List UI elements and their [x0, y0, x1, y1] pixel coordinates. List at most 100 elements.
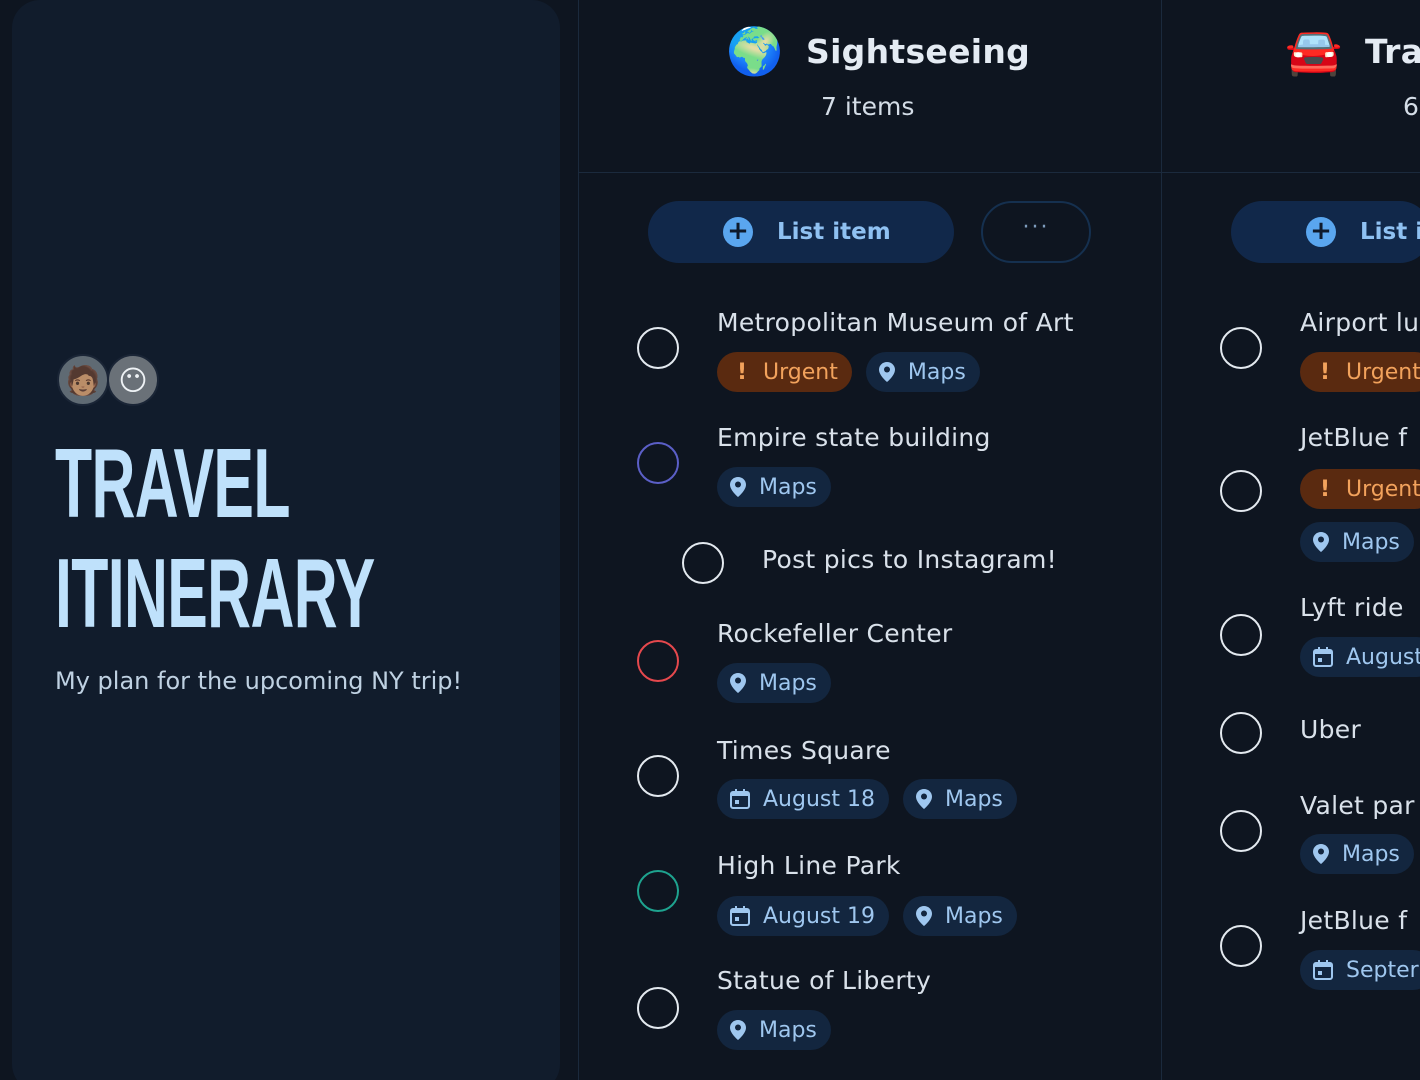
column-divider: [1161, 0, 1162, 1080]
map-pin-icon: [729, 476, 747, 498]
checkbox-circle[interactable]: [637, 442, 679, 484]
avatar-group: 🧑🏽 😶: [57, 354, 159, 406]
column-title: Tra: [1365, 32, 1420, 71]
tag-label: Septer: [1346, 957, 1419, 983]
exclamation-icon: !: [1320, 476, 1331, 502]
tag-label: Maps: [759, 1017, 817, 1043]
more-options-button[interactable]: ···: [981, 201, 1091, 263]
column-item-count: 6: [1403, 92, 1419, 121]
column-title: Sightseeing: [806, 32, 1031, 71]
checkbox-circle[interactable]: [1220, 712, 1262, 754]
checkbox-circle[interactable]: [637, 755, 679, 797]
tag-label: Maps: [944, 786, 1003, 812]
column-header-sightseeing[interactable]: 🌍 Sightseeing: [726, 24, 1030, 79]
avatar[interactable]: 🧑🏽: [57, 354, 109, 406]
tag-label: Maps: [1342, 529, 1400, 555]
list-item-title: Statue of Liberty: [717, 966, 932, 995]
checkbox-circle[interactable]: [637, 640, 679, 682]
checkbox-circle[interactable]: [682, 542, 724, 584]
urgent-tag[interactable]: ! Urgent: [1300, 469, 1420, 509]
checkbox-circle[interactable]: [1220, 470, 1262, 512]
maps-link[interactable]: Maps: [1300, 522, 1414, 562]
column-header-transportation[interactable]: 🚘 Tra: [1285, 24, 1420, 79]
tag-label: Urgent: [763, 359, 838, 385]
date-tag[interactable]: August 19: [717, 896, 889, 936]
calendar-icon: [1312, 646, 1334, 668]
calendar-icon: [1312, 959, 1334, 981]
date-tag[interactable]: August 18: [717, 779, 889, 819]
tag-label: August: [1346, 644, 1420, 670]
list-item-title: Post pics to Instagram!: [762, 545, 1057, 574]
list-item-title: Uber: [1300, 715, 1362, 744]
urgent-tag[interactable]: ! Urgent: [717, 352, 852, 392]
list-item-title: Valet par: [1300, 791, 1415, 820]
add-list-item-button[interactable]: + List i: [1231, 201, 1420, 263]
map-pin-icon: [1312, 531, 1330, 553]
urgent-tag[interactable]: ! Urgent: [1300, 352, 1420, 392]
list-item-title: Rockefeller Center: [717, 619, 953, 648]
page-title-line-2: ITINERARY: [55, 538, 375, 648]
list-item-title: JetBlue f: [1300, 906, 1408, 935]
checkbox-circle[interactable]: [637, 987, 679, 1029]
tag-label: Maps: [759, 670, 817, 696]
checkbox-circle[interactable]: [1220, 614, 1262, 656]
maps-link[interactable]: Maps: [865, 352, 980, 392]
add-list-item-label: List item: [777, 219, 891, 245]
list-item-title: Airport lu: [1300, 308, 1420, 337]
exclamation-icon: !: [1320, 359, 1331, 385]
list-item-title: JetBlue f: [1300, 423, 1408, 452]
maps-link[interactable]: Maps: [902, 896, 1017, 936]
tag-label: Maps: [759, 474, 817, 500]
tag-row: August: [1300, 637, 1420, 677]
maps-link[interactable]: Maps: [1300, 834, 1414, 874]
car-icon: 🚘: [1285, 24, 1343, 78]
list-item-title: Times Square: [717, 736, 891, 765]
tag-label: Maps: [907, 359, 966, 385]
checkbox-circle[interactable]: [1220, 925, 1262, 967]
checkbox-circle[interactable]: [1220, 327, 1262, 369]
calendar-icon: [729, 905, 751, 927]
tag-label: August 18: [763, 786, 875, 812]
date-tag[interactable]: August: [1300, 637, 1420, 677]
avatar[interactable]: 😶: [107, 354, 159, 406]
globe-icon: 🌍: [726, 24, 784, 78]
tag-row: Maps: [717, 1010, 831, 1050]
tag-row: Maps: [1300, 834, 1414, 874]
checkbox-circle[interactable]: [1220, 810, 1262, 852]
tag-row: ! Urgent Maps: [717, 352, 980, 392]
tag-row: Maps: [717, 663, 831, 703]
map-pin-icon: [1312, 843, 1330, 865]
column-divider: [578, 0, 579, 1080]
tag-row: August 19 Maps: [717, 896, 1017, 936]
maps-link[interactable]: Maps: [717, 663, 831, 703]
tag-row: Maps: [1300, 522, 1414, 562]
checkbox-circle[interactable]: [637, 327, 679, 369]
map-pin-icon: [878, 361, 896, 383]
tag-label: Maps: [1342, 841, 1400, 867]
map-pin-icon: [915, 788, 933, 810]
date-tag[interactable]: Septer: [1300, 950, 1420, 990]
exclamation-icon: !: [737, 359, 748, 385]
maps-link[interactable]: Maps: [902, 779, 1017, 819]
tag-label: August 19: [763, 903, 875, 929]
header-divider: [578, 172, 1420, 173]
tag-row: ! Urgent: [1300, 469, 1420, 509]
checkbox-circle[interactable]: [637, 870, 679, 912]
list-item-title: Empire state building: [717, 423, 991, 452]
list-item-title: Metropolitan Museum of Art: [717, 308, 1074, 337]
tag-label: Maps: [944, 903, 1003, 929]
list-item-title: Lyft ride: [1300, 593, 1404, 622]
tag-row: ! Urgent: [1300, 352, 1420, 392]
add-list-item-button[interactable]: + List item: [648, 201, 954, 263]
calendar-icon: [729, 788, 751, 810]
page-title: TRAVEL ITINERARY: [55, 428, 375, 648]
plus-icon: +: [1306, 217, 1336, 247]
add-list-item-label: List i: [1360, 219, 1420, 245]
maps-link[interactable]: Maps: [717, 467, 831, 507]
map-pin-icon: [915, 905, 933, 927]
maps-link[interactable]: Maps: [717, 1010, 831, 1050]
plus-icon: +: [723, 217, 753, 247]
tag-row: August 18 Maps: [717, 779, 1017, 819]
tag-row: Maps: [717, 467, 831, 507]
page-title-line-1: TRAVEL: [55, 428, 290, 538]
